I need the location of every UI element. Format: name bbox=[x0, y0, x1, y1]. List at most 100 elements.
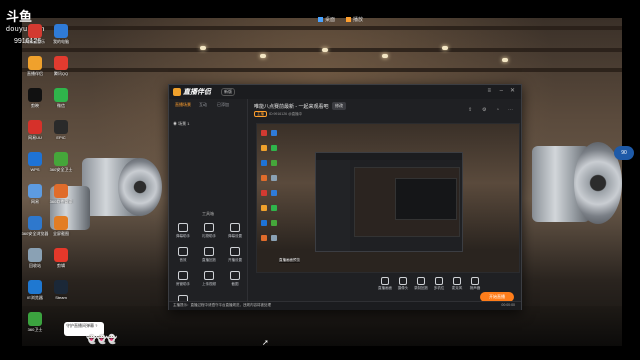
status-bar: 主播提示：直播过程中请遵守平台直播规范，违规内容将被处理 00:00:00 bbox=[169, 301, 521, 310]
ceiling-light bbox=[382, 54, 388, 58]
window-titlebar[interactable]: 直播伴侣 新版 ≡ – ✕ bbox=[169, 85, 521, 99]
preview-app-icon bbox=[271, 145, 277, 151]
stream-logo-title: 斗鱼 bbox=[6, 9, 33, 24]
app-shortcut-icon bbox=[54, 216, 68, 230]
steel-coil bbox=[118, 158, 162, 216]
desktop-icon-18[interactable]: 360卫士 bbox=[20, 312, 50, 332]
top-item-play[interactable]: 播放 bbox=[346, 16, 363, 23]
bottom-tool-1[interactable]: 摄像头 bbox=[394, 277, 412, 291]
tool-label: 弹幕助手 bbox=[176, 234, 190, 238]
share-icon[interactable]: ⇪ bbox=[468, 107, 472, 113]
status-timer: 00:00:00 bbox=[501, 303, 515, 307]
bottom-tool-2[interactable]: 录制回放 bbox=[412, 277, 430, 291]
frame-border bbox=[0, 346, 640, 360]
app-shortcut-icon bbox=[54, 88, 68, 102]
bottom-tool-4[interactable]: 麦克风 bbox=[448, 277, 466, 291]
top-item-label: 播放 bbox=[353, 17, 364, 23]
tool-icon bbox=[178, 247, 188, 256]
top-item-label: 桌面 bbox=[325, 17, 336, 23]
app-shortcut-icon bbox=[54, 184, 68, 198]
app-shortcut-icon bbox=[54, 120, 68, 134]
tab-added[interactable]: 已添加 bbox=[217, 102, 229, 108]
scene-item[interactable]: ◉ 场景 1 bbox=[173, 121, 189, 127]
app-shortcut-icon bbox=[28, 88, 42, 102]
menu-icon[interactable]: ≡ bbox=[487, 88, 491, 94]
desktop-icon-17[interactable]: Steam bbox=[46, 280, 76, 300]
preview-app-icon bbox=[261, 220, 267, 226]
tool-label: 上传视频 bbox=[202, 282, 216, 286]
preview-nested-window bbox=[315, 152, 463, 252]
desktop-icon-9[interactable]: 360安全卫士 bbox=[46, 152, 76, 172]
tool-icon bbox=[204, 271, 214, 280]
tool-label: 弹幕设置 bbox=[228, 234, 242, 238]
tool-7[interactable]: 上传视频 bbox=[199, 271, 219, 287]
desktop-icon-15[interactable]: 剪辑 bbox=[46, 248, 76, 268]
desktop-icon-label: 微信 bbox=[57, 103, 65, 108]
tool-2[interactable]: 弹幕设置 bbox=[225, 223, 245, 239]
role-tag: 主播 bbox=[254, 111, 267, 117]
stream-title: 唯能八点赛前最新 - 一起来观看吧 bbox=[254, 104, 329, 110]
tool-0[interactable]: 弹幕助手 bbox=[173, 223, 193, 239]
desktop-icon-label: 360卫士 bbox=[27, 327, 43, 332]
live-companion-window[interactable]: 直播伴侣 新版 ≡ – ✕ 直播场景 互动 已添加 ◉ 场景 1 工具箱 弹幕助… bbox=[168, 84, 522, 310]
bottom-tool-0[interactable]: 直播画面 bbox=[376, 277, 394, 291]
minimize-icon[interactable]: – bbox=[500, 88, 503, 94]
preview-app-icon bbox=[261, 145, 267, 151]
bottom-tool-label: 录制回放 bbox=[414, 286, 428, 290]
desktop-icon-1[interactable]: 我的电脑 bbox=[46, 24, 76, 44]
bottom-tool-label: 直播画面 bbox=[378, 286, 392, 290]
desktop-icon-3[interactable]: 腾讯QQ bbox=[46, 56, 76, 76]
desktop-icon-label: 我的电脑 bbox=[53, 39, 69, 44]
app-shortcut-icon bbox=[54, 280, 68, 294]
side-badge[interactable]: 90 bbox=[614, 146, 634, 160]
tab-interact[interactable]: 互动 bbox=[199, 102, 207, 108]
bell-icon[interactable]: ◔ bbox=[496, 107, 499, 113]
tool-4[interactable]: 直播回放 bbox=[199, 247, 219, 263]
app-shortcut-icon bbox=[54, 24, 68, 38]
top-item-desktop[interactable]: 桌面 bbox=[318, 16, 335, 23]
bottom-tool-icon bbox=[417, 277, 425, 285]
preview-app-icon bbox=[261, 175, 267, 181]
tool-icon bbox=[204, 247, 214, 256]
desktop-icon bbox=[318, 17, 323, 23]
preview-app-icon bbox=[261, 190, 267, 196]
mouse-cursor: ➚ bbox=[262, 338, 269, 347]
main-panel: 唯能八点赛前最新 - 一起来观看吧 修改 主播 ID:9916126 @直播中 ⇪… bbox=[248, 99, 521, 309]
edit-title-button[interactable]: 修改 bbox=[332, 102, 346, 110]
tool-1[interactable]: 礼物助手 bbox=[199, 223, 219, 239]
tool-label: 直播回放 bbox=[202, 258, 216, 262]
ceiling-beam bbox=[22, 68, 622, 72]
desktop-icon-label: 腾讯QQ bbox=[53, 71, 69, 76]
tab-scenes[interactable]: 直播场景 bbox=[175, 102, 191, 108]
bottom-tool-3[interactable]: 多机位 bbox=[430, 277, 448, 291]
tool-5[interactable]: 开播设置 bbox=[225, 247, 245, 263]
bottom-tool-icon bbox=[435, 277, 443, 285]
desktop-icon-13[interactable]: 全屏截图 bbox=[46, 216, 76, 236]
bottom-tool-icon bbox=[453, 277, 461, 285]
desktop-icon-label: EPIC bbox=[56, 135, 66, 140]
desktop-icon-label: Steam bbox=[55, 295, 67, 300]
settings-icon[interactable]: ⚙ bbox=[482, 107, 486, 113]
meta-text: ID:9916126 @直播中 bbox=[269, 112, 303, 116]
bottom-tool-label: 多机位 bbox=[433, 286, 445, 290]
preview-app-icon bbox=[271, 205, 277, 211]
nested-titlebar bbox=[316, 153, 462, 160]
more-icon[interactable]: ⋯ bbox=[508, 107, 513, 113]
bottom-tool-5[interactable]: 扬声器 bbox=[466, 277, 484, 291]
left-panel: 直播场景 互动 已添加 ◉ 场景 1 工具箱 弹幕助手 礼物助手 弹幕设置 音效 直播回… bbox=[169, 99, 248, 310]
app-shortcut-icon bbox=[28, 120, 42, 134]
close-icon[interactable]: ✕ bbox=[510, 88, 515, 94]
bottom-tool-label: 扬声器 bbox=[469, 286, 481, 290]
bottom-tool-icon bbox=[381, 277, 389, 285]
bottom-tool-label: 摄像头 bbox=[397, 286, 409, 290]
app-shortcut-icon bbox=[28, 184, 42, 198]
desktop-icon-5[interactable]: 微信 bbox=[46, 88, 76, 108]
preview-app-icon bbox=[271, 130, 277, 136]
tool-6[interactable]: 房管助手 bbox=[173, 271, 193, 287]
desktop-icon-11[interactable]: 360软件管家 bbox=[46, 184, 76, 204]
tool-3[interactable]: 音效 bbox=[173, 247, 193, 263]
bottom-tool-icon bbox=[471, 277, 479, 285]
stream-preview[interactable]: 直播画面预览 bbox=[256, 123, 520, 273]
desktop-icon-7[interactable]: EPIC bbox=[46, 120, 76, 140]
tool-8[interactable]: 截图 bbox=[225, 271, 245, 287]
